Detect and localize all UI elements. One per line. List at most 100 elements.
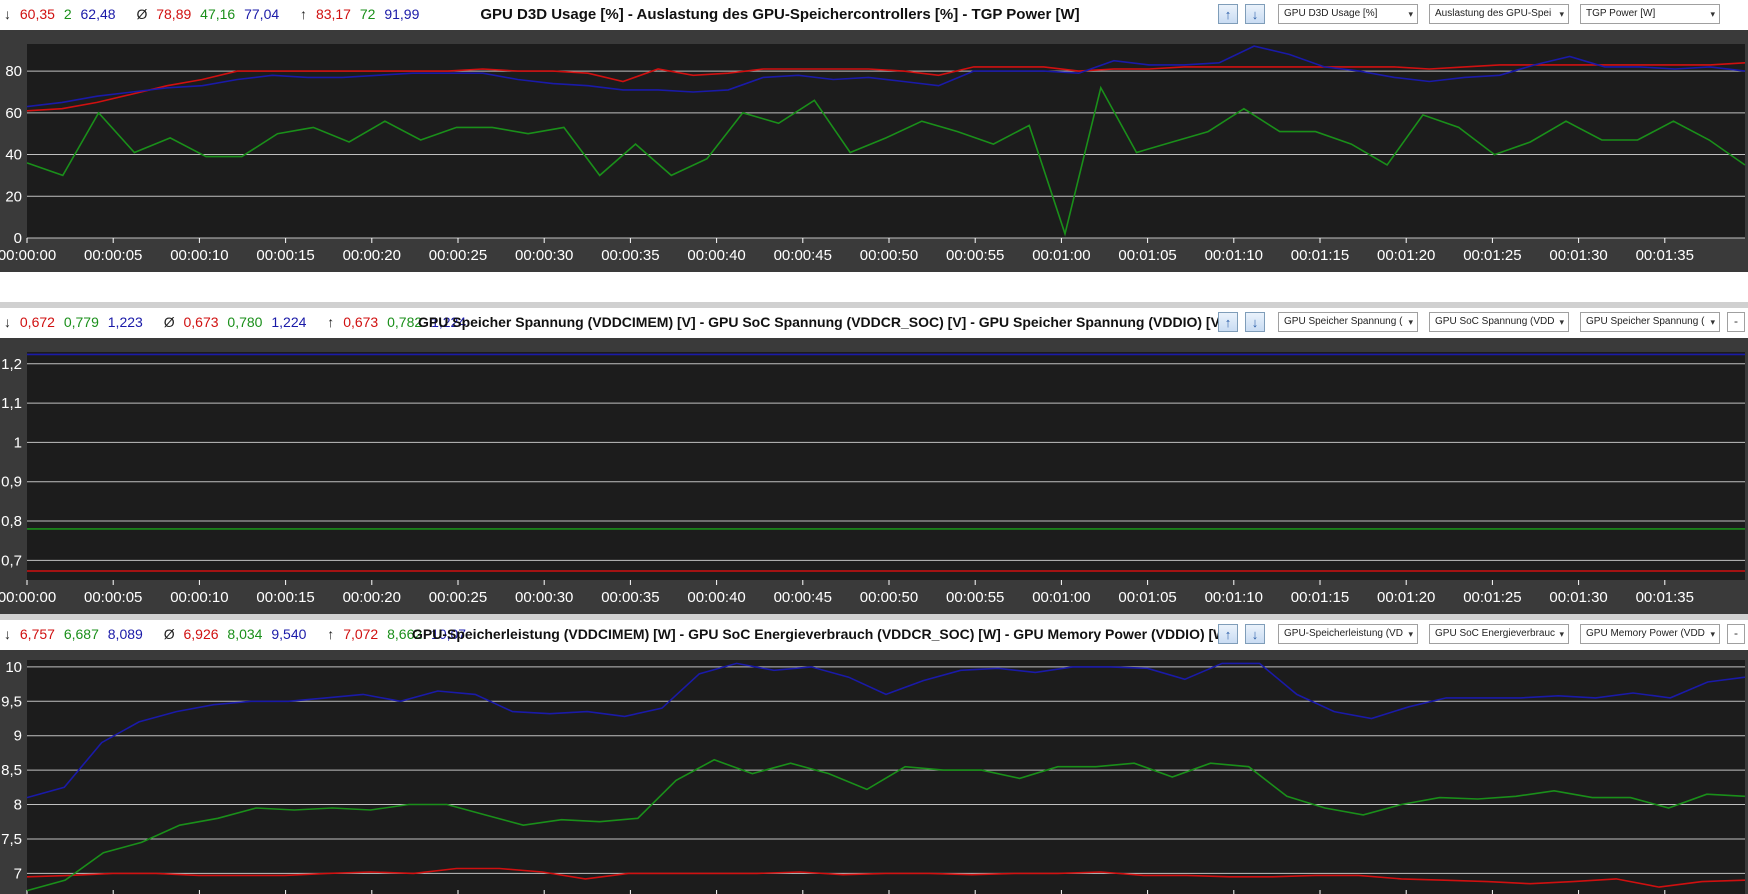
series-select-2[interactable]: GPU SoC Energieverbrauc ▾ [1429, 624, 1569, 644]
y-tick-label: 9 [14, 728, 22, 745]
move-up-button[interactable]: ↑ [1218, 4, 1238, 24]
stat-avg-blue: 9,540 [271, 626, 307, 642]
move-down-button[interactable]: ↓ [1245, 4, 1265, 24]
x-tick-label: 00:00:45 [774, 589, 832, 606]
stat-avg-group: Ø 0,673 0,780 1,224 [164, 314, 316, 330]
x-tick-label: 00:01:20 [1377, 247, 1435, 264]
y-tick-label: 60 [5, 105, 22, 122]
series-select-3-value: TGP Power [W] [1586, 8, 1656, 19]
remove-panel-button[interactable]: - [1727, 312, 1745, 332]
stat-min-blue: 1,223 [107, 314, 143, 330]
series-select-3[interactable]: GPU Speicher Spannung (▾ [1580, 312, 1720, 332]
x-tick-label: 00:01:00 [1032, 589, 1090, 606]
y-tick-label: 7,5 [1, 831, 22, 848]
x-tick-label: 00:01:05 [1118, 247, 1176, 264]
y-tick-label: 80 [5, 63, 22, 80]
minus-icon: - [1734, 626, 1738, 640]
arrow-down-icon: ↓ [1251, 314, 1259, 330]
series-select-1-value: GPU Speicher Spannung ( [1284, 316, 1403, 327]
x-tick-label: 00:01:25 [1463, 247, 1521, 264]
x-tick-label: 00:01:30 [1549, 247, 1607, 264]
stat-min-green: 0,779 [63, 314, 99, 330]
stat-max-red: 0,673 [343, 314, 379, 330]
y-tick-label: 40 [5, 147, 22, 164]
stat-avg-red: 78,89 [156, 6, 192, 22]
series-select-2[interactable]: GPU SoC Spannung (VDD ▾ [1429, 312, 1569, 332]
x-tick-label: 00:00:20 [343, 589, 401, 606]
x-tick-label: 00:01:00 [1032, 247, 1090, 264]
plot-area [27, 352, 1745, 580]
series-select-3-value: GPU Speicher Spannung ( [1586, 316, 1705, 327]
stat-avg-blue: 1,224 [271, 314, 307, 330]
chart-voltage: 0,7 0,8 0,9 1 1,1 1,2 00:00:00 00:00:05 00:00:10… [0, 338, 1748, 614]
stat-avg-red: 0,673 [183, 314, 219, 330]
chart-power: 7 7,5 8 8,5 9 9,5 10 [0, 650, 1748, 894]
chart-gpu-usage: 0 20 40 60 80 00:00:00 00:00:05 00:00:10 00:00:1… [0, 30, 1748, 272]
x-tick-label: 00:00:15 [256, 589, 314, 606]
stat-max-blue: 91,99 [384, 6, 420, 22]
x-tick-label: 00:00:25 [429, 247, 487, 264]
stat-min-green: 2 [63, 6, 72, 22]
series-select-1-value: GPU D3D Usage [%] [1284, 8, 1378, 19]
x-tick-label: 00:00:55 [946, 589, 1004, 606]
remove-panel-button[interactable]: - [1727, 624, 1745, 644]
x-tick-label: 00:01:25 [1463, 589, 1521, 606]
x-tick-label: 00:00:15 [256, 247, 314, 264]
stat-min-group: ↓ 0,672 0,779 1,223 [4, 314, 152, 330]
stat-min-blue: 62,48 [80, 6, 116, 22]
stat-avg-green: 47,16 [200, 6, 236, 22]
arrow-up-icon: ↑ [1224, 6, 1232, 22]
x-tick-label: 00:00:50 [860, 589, 918, 606]
x-tick-label: 00:00:10 [170, 247, 228, 264]
x-tick-label: 00:00:35 [601, 247, 659, 264]
series-select-3[interactable]: GPU Memory Power (VDD ▾ [1580, 624, 1720, 644]
stat-avg-symbol: Ø [163, 626, 175, 642]
stat-max-symbol: ↑ [327, 626, 335, 642]
move-up-button[interactable]: ↑ [1218, 312, 1238, 332]
move-up-button[interactable]: ↑ [1218, 624, 1238, 644]
x-tick-label: 00:01:30 [1549, 589, 1607, 606]
stat-max-group: ↑ 83,17 72 91,99 [300, 6, 424, 22]
y-tick-label: 7 [14, 865, 22, 882]
x-tick-label: 00:00:30 [515, 589, 573, 606]
stat-min-red: 0,672 [19, 314, 55, 330]
y-tick-label: 0,9 [1, 474, 22, 491]
arrow-up-icon: ↑ [1224, 314, 1232, 330]
series-select-3[interactable]: TGP Power [W] ▾ [1580, 4, 1720, 24]
series-select-1[interactable]: GPU Speicher Spannung (▾ [1278, 312, 1418, 332]
stat-avg-green: 8,034 [227, 626, 263, 642]
series-select-2-value: Auslastung des GPU-Spei [1435, 8, 1552, 19]
move-down-button[interactable]: ↓ [1245, 624, 1265, 644]
stat-avg-group: Ø 6,926 8,034 9,540 [164, 626, 316, 642]
stat-avg-group: Ø 78,89 47,16 77,04 [136, 6, 288, 22]
x-tick-label: 00:00:35 [601, 589, 659, 606]
stat-min-group: ↓ 60,35 2 62,48 [4, 6, 124, 22]
chevron-down-icon: ▾ [1559, 9, 1564, 19]
y-tick-label: 1,1 [1, 395, 22, 412]
panel-title: GPU D3D Usage [%] - Auslastung des GPU-S… [480, 6, 1080, 23]
stat-max-green: 0,782 [387, 314, 423, 330]
x-tick-label: 00:00:05 [84, 589, 142, 606]
panel-title: GPU-Speicherleistung (VDDCIMEM) [W] - GP… [412, 626, 1232, 642]
x-tick-label: 00:01:20 [1377, 589, 1435, 606]
y-tick-label: 10 [5, 659, 22, 676]
panel-title: GPU Speicher Spannung (VDDCIMEM) [V] - G… [418, 314, 1225, 330]
panel-power: ↓ 6,757 6,687 8,089 Ø 6,926 8,034 9,540 … [0, 620, 1748, 894]
y-tick-label: 1,2 [1, 356, 22, 373]
series-select-1-value: GPU-Speicherleistung (VD [1284, 628, 1403, 639]
series-select-1[interactable]: GPU D3D Usage [%] ▾ [1278, 4, 1418, 24]
panel-voltage: ↓ 0,672 0,779 1,223 Ø 0,673 0,780 1,224 … [0, 308, 1748, 614]
x-tick-label: 00:00:30 [515, 247, 573, 264]
move-down-button[interactable]: ↓ [1245, 312, 1265, 332]
chevron-down-icon: ▾ [1559, 317, 1564, 327]
x-tick-label: 00:01:10 [1205, 247, 1263, 264]
chevron-down-icon: ▾ [1408, 629, 1413, 639]
x-tick-label: 00:00:40 [687, 247, 745, 264]
series-select-1[interactable]: GPU-Speicherleistung (VD ▾ [1278, 624, 1418, 644]
series-select-2[interactable]: Auslastung des GPU-Spei ▾ [1429, 4, 1569, 24]
minus-icon: - [1734, 314, 1738, 328]
stat-min-red: 60,35 [19, 6, 55, 22]
x-tick-label: 00:00:10 [170, 589, 228, 606]
x-tick-label: 00:01:15 [1291, 247, 1349, 264]
x-tick-label: 00:00:00 [0, 589, 56, 606]
